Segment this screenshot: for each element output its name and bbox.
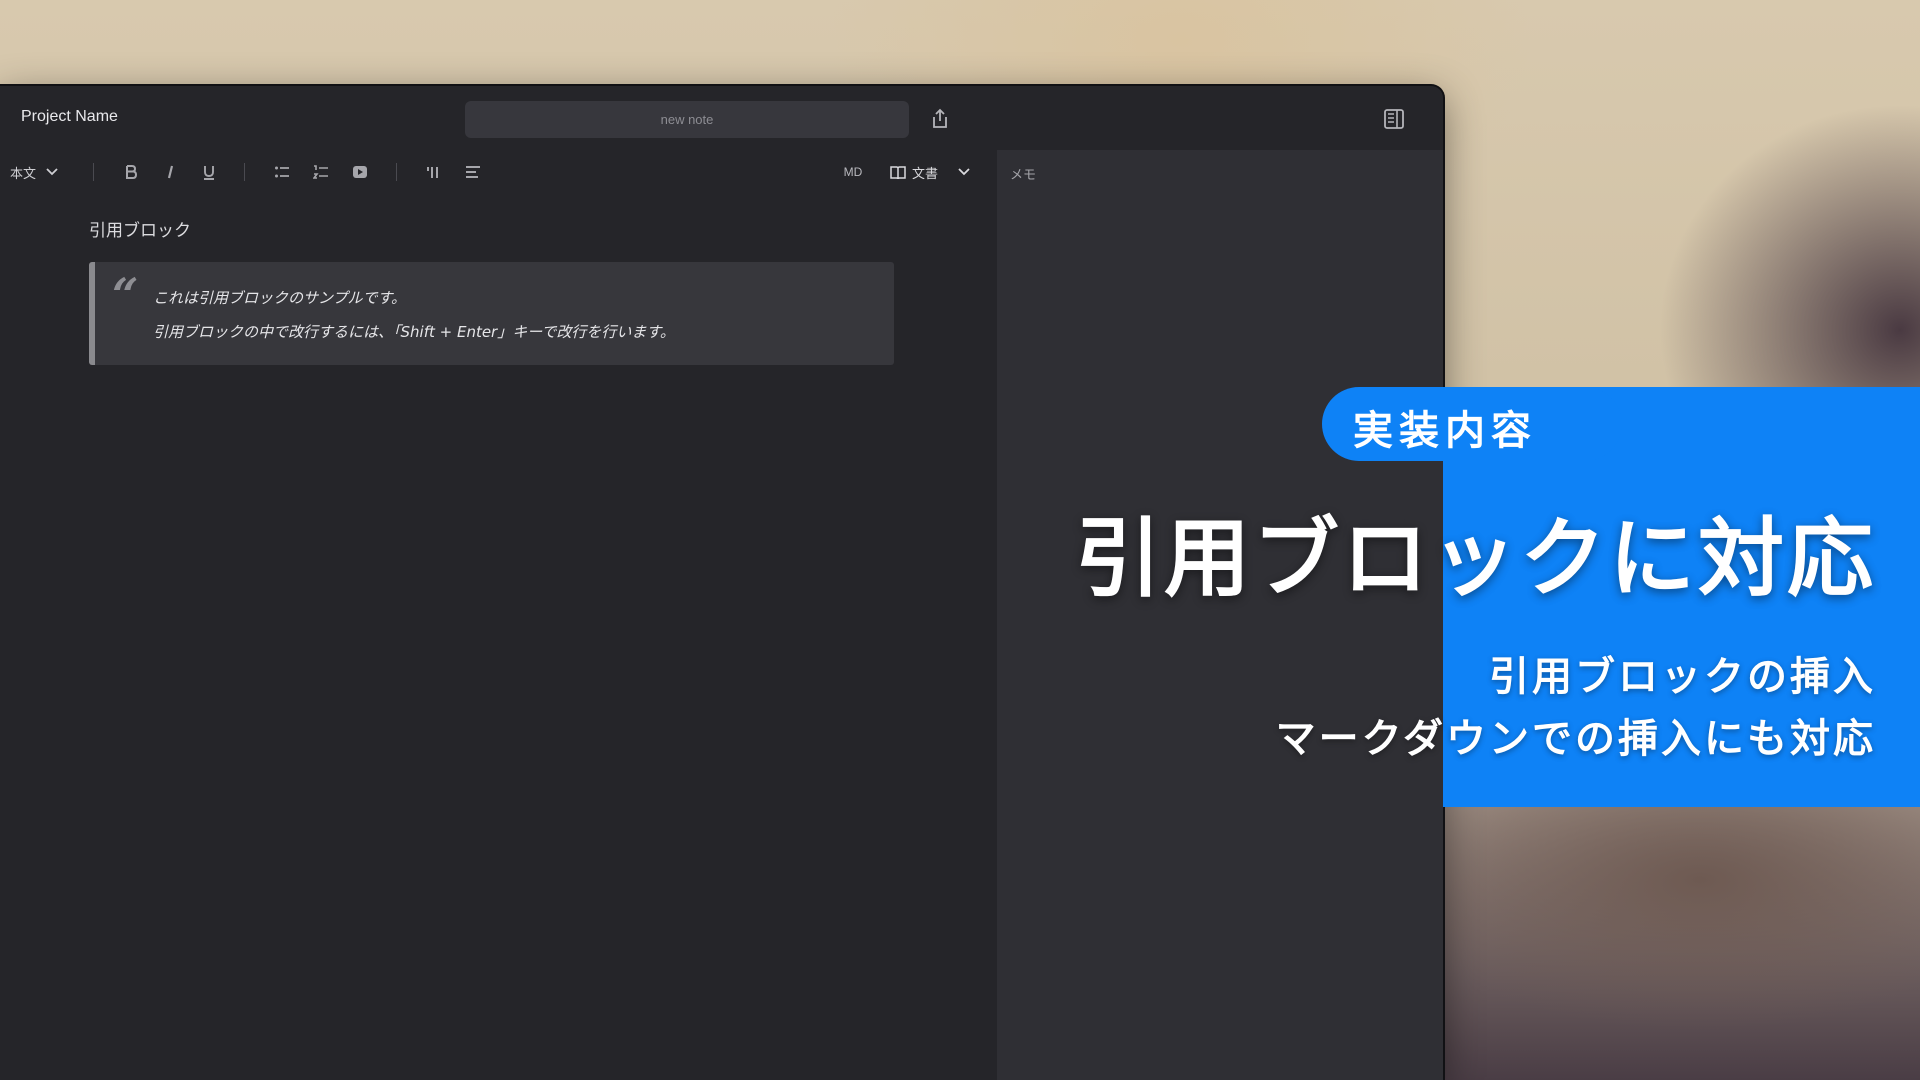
- toolbar-divider: [396, 163, 397, 181]
- view-mode-label: 文書: [911, 166, 938, 182]
- chevron-down-icon: [46, 168, 58, 176]
- toolbar-divider: [93, 163, 94, 181]
- video-embed-icon[interactable]: [348, 150, 372, 194]
- memo-label: メモ: [1010, 168, 1037, 183]
- note-title-field[interactable]: new note: [465, 101, 909, 138]
- format-toolbar: 本文 MD 文書: [0, 150, 997, 195]
- side-panel-icon[interactable]: [1383, 108, 1405, 130]
- promo-pill-label: 実装内容: [1353, 408, 1537, 454]
- promo-subline: マークダウンでの挿入にも対応: [1275, 716, 1876, 762]
- paragraph-style-label: 本文: [10, 166, 37, 182]
- quote-line[interactable]: これは引用ブロックのサンプルです。: [153, 287, 406, 308]
- paragraph-style-select[interactable]: 本文: [10, 150, 72, 194]
- quote-block-icon[interactable]: [422, 150, 446, 194]
- bullet-list-icon[interactable]: [270, 150, 294, 194]
- underline-icon[interactable]: [197, 150, 221, 194]
- editor-area[interactable]: 引用ブロック “ これは引用ブロックのサンプルです。 引用ブロックの中で改行する…: [0, 194, 997, 1080]
- memo-panel[interactable]: メモ: [997, 150, 1443, 1080]
- project-name[interactable]: Project Name: [21, 108, 118, 126]
- view-mode-select[interactable]: 文書: [888, 150, 972, 194]
- block-heading[interactable]: 引用ブロック: [89, 216, 191, 241]
- quote-block[interactable]: “ これは引用ブロックのサンプルです。 引用ブロックの中で改行するには、「Shi…: [89, 262, 894, 365]
- book-icon: [890, 165, 906, 179]
- align-icon[interactable]: [461, 150, 485, 194]
- toolbar-divider: [244, 163, 245, 181]
- quote-mark-icon: “: [112, 268, 139, 322]
- markdown-mode-toggle[interactable]: MD: [838, 150, 868, 194]
- quote-line[interactable]: 引用ブロックの中で改行するには、「Shift + Enter」キーで改行を行いま…: [153, 321, 675, 342]
- promo-subline: 引用ブロックの挿入: [1489, 654, 1876, 700]
- title-bar: Project Name new note: [0, 86, 1443, 150]
- numbered-list-icon[interactable]: [309, 150, 333, 194]
- share-icon[interactable]: [930, 108, 950, 130]
- bold-icon[interactable]: [119, 150, 143, 194]
- italic-icon[interactable]: [158, 150, 182, 194]
- promo-headline: 引用ブロックに対応: [1075, 509, 1876, 609]
- chevron-down-icon: [958, 168, 970, 176]
